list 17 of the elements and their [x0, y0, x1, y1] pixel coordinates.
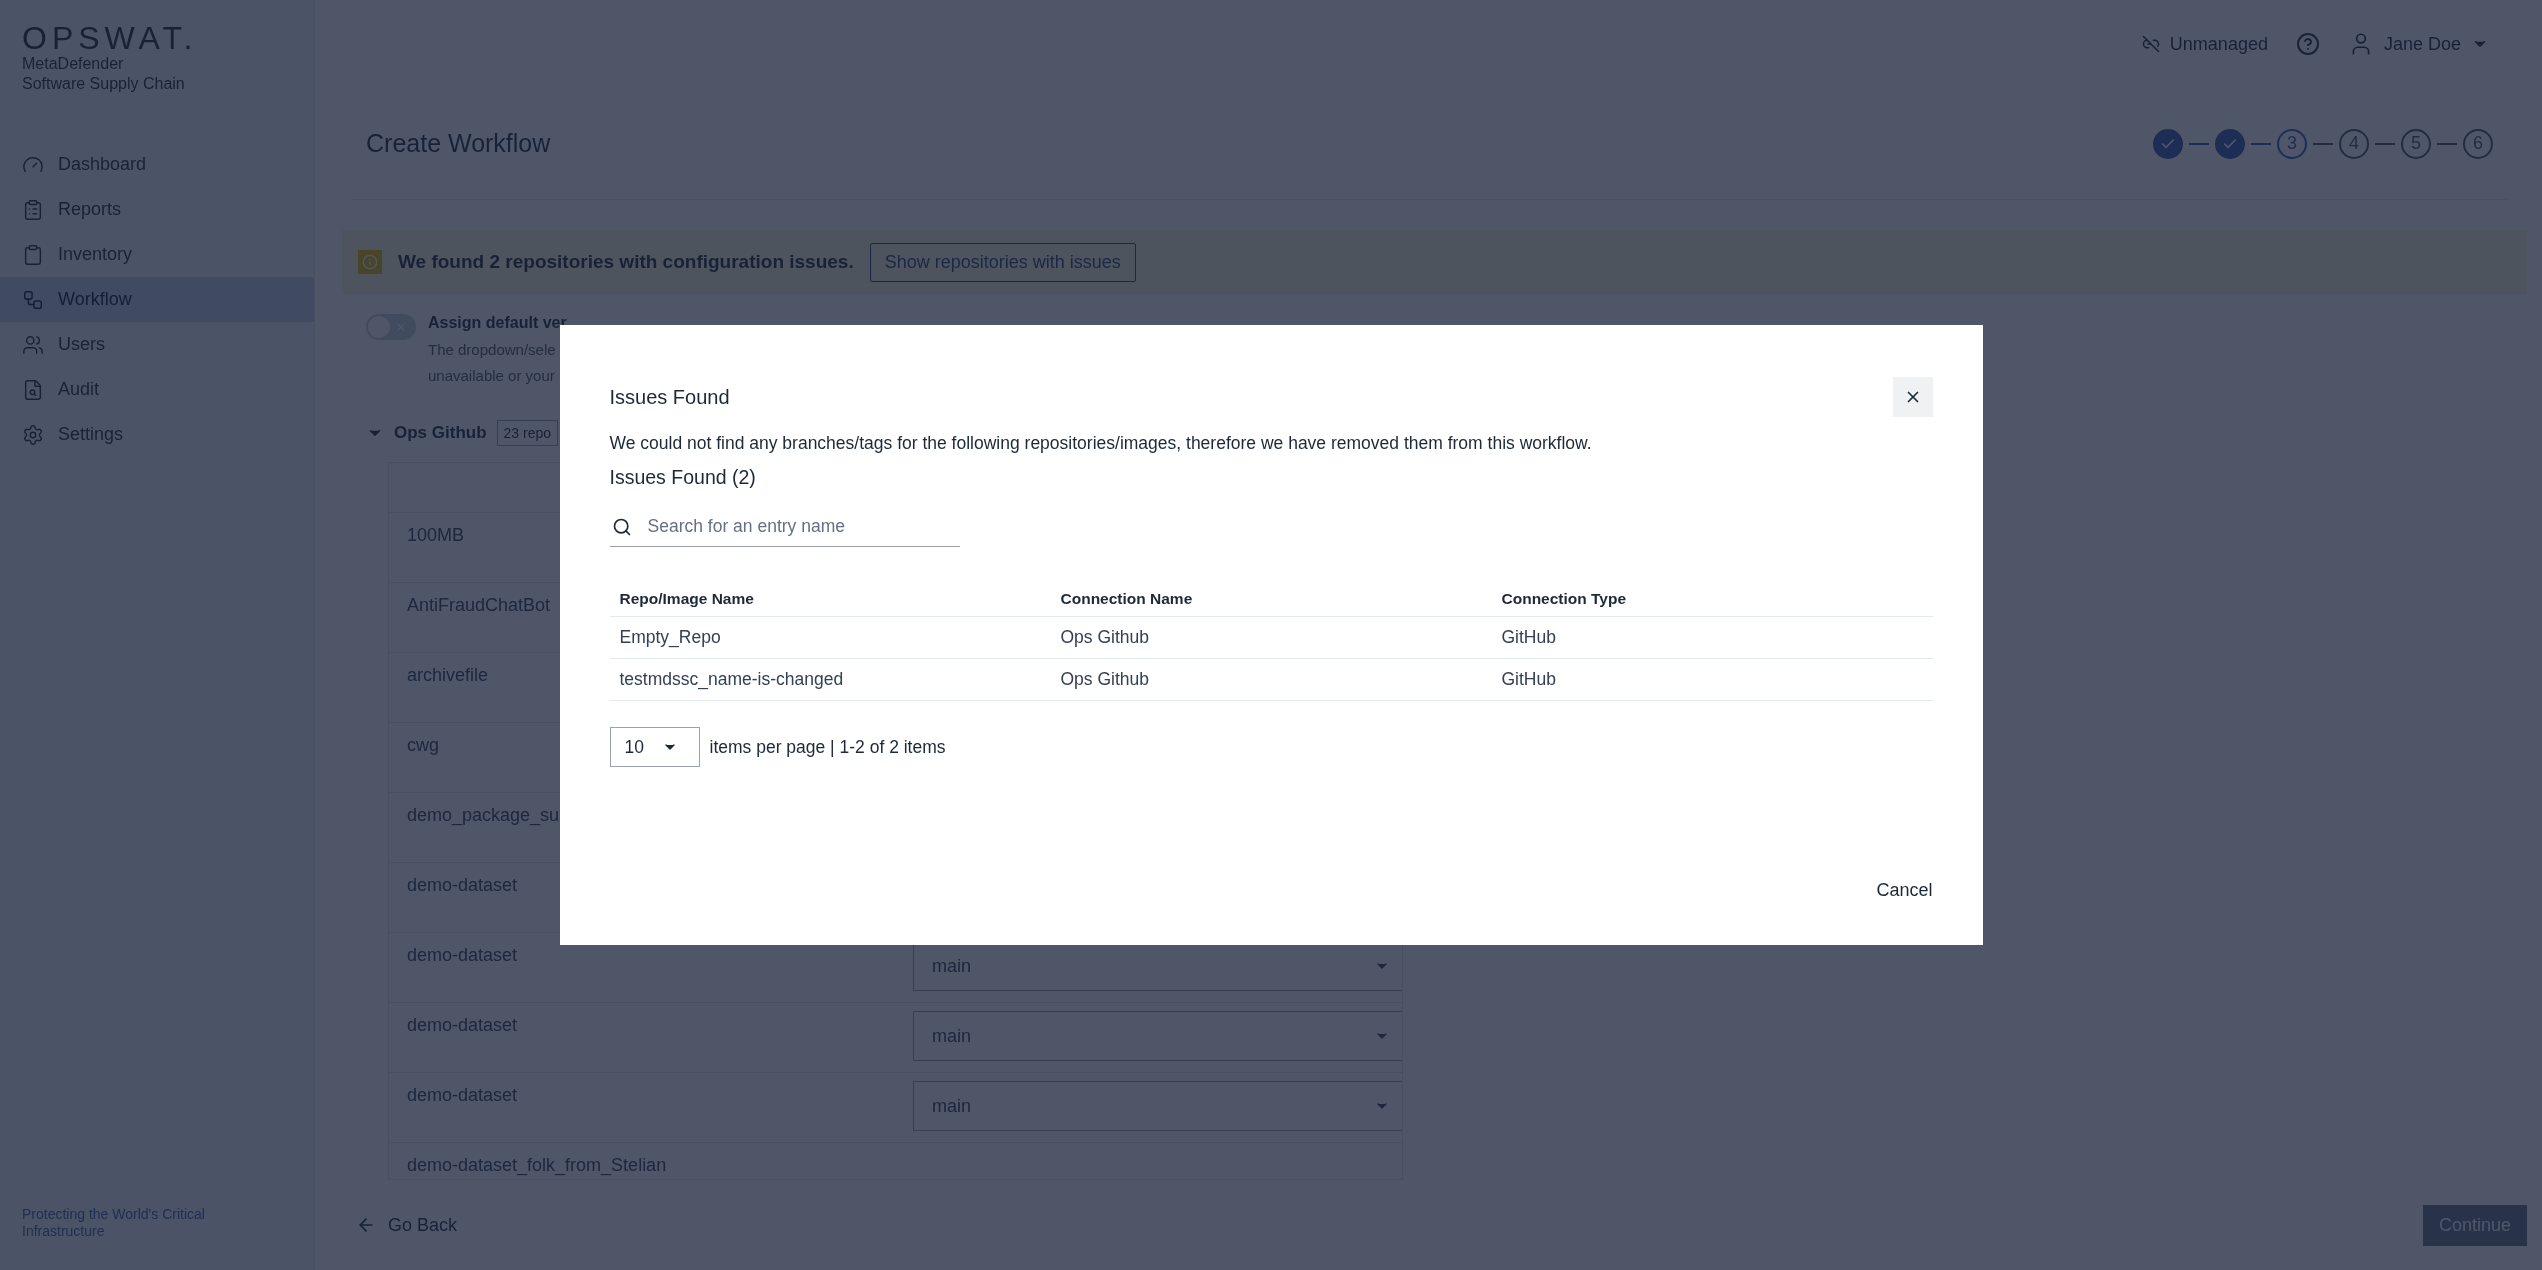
- column-header: Repo/Image Name: [619, 589, 755, 608]
- search-icon: [611, 516, 632, 537]
- table-cell-text: GitHub: [1501, 669, 1557, 690]
- cancel-button[interactable]: Cancel: [1876, 880, 1933, 901]
- dialog-title: Issues Found: [609, 385, 730, 409]
- section-heading: Issues Found (2): [609, 466, 757, 489]
- dialog-description: We could not find any branches/tags for the following repositories/images, therefore we have removed them from this workflow.: [609, 433, 1593, 454]
- column-header: Connection Name: [1060, 589, 1194, 608]
- table-cell-text: Ops Github: [1060, 669, 1151, 690]
- close-button[interactable]: [1892, 377, 1933, 417]
- table-cell-text: Ops Github: [1060, 627, 1151, 648]
- column-header: Connection Type: [1501, 589, 1628, 608]
- table-cell-text: GitHub: [1501, 627, 1557, 648]
- pagination-summary: items per page | 1-2 of 2 items: [709, 736, 946, 758]
- table-cell-text: testmdssc_name-is-changed: [619, 669, 845, 690]
- page-size-select[interactable]: 10: [609, 727, 700, 767]
- table-cell-text: Empty_Repo: [619, 627, 722, 648]
